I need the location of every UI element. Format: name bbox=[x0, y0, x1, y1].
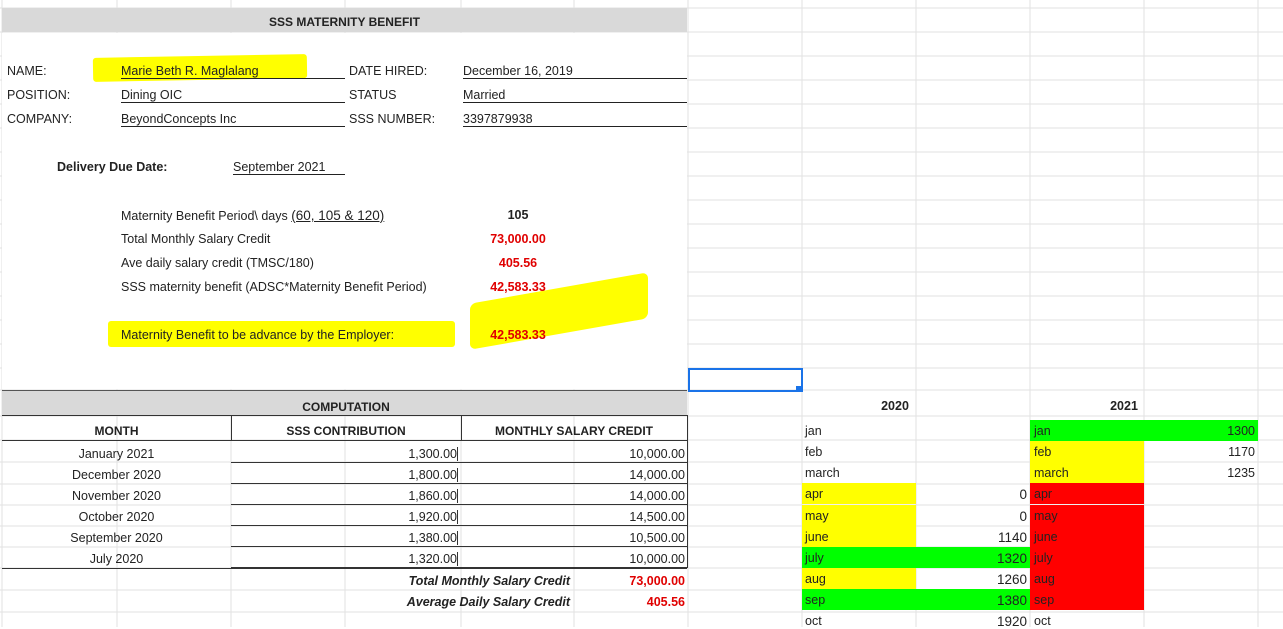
col-msc-header: MONTHLY SALARY CREDIT bbox=[494, 424, 653, 438]
month-2021[interactable]: oct bbox=[1034, 614, 1051, 628]
computation-row-contribution[interactable]: 1,300.00 bbox=[231, 447, 458, 461]
computation-row-msc[interactable]: 10,000.00 bbox=[461, 447, 685, 461]
month-2021[interactable]: june bbox=[1034, 530, 1058, 544]
month-2021[interactable]: sep bbox=[1034, 593, 1054, 607]
month-2020[interactable]: aug bbox=[805, 572, 826, 586]
page-title: SSS MATERNITY BENEFIT bbox=[269, 15, 420, 29]
total-msc-label: Total Monthly Salary Credit bbox=[408, 574, 570, 588]
month-2021[interactable]: july bbox=[1034, 551, 1053, 565]
sss-number-value[interactable]: 3397879938 bbox=[463, 112, 687, 127]
computation-row-msc[interactable]: 10,500.00 bbox=[461, 531, 685, 545]
position-value[interactable]: Dining OIC bbox=[121, 88, 345, 103]
adsc-label: Ave daily salary credit (TMSC/180) bbox=[121, 256, 314, 270]
company-value[interactable]: BeyondConcepts Inc bbox=[121, 112, 345, 127]
month-2020[interactable]: july bbox=[805, 551, 824, 565]
computation-row-msc[interactable]: 14,000.00 bbox=[461, 468, 685, 482]
month-2021[interactable]: apr bbox=[1034, 487, 1052, 501]
computation-top-border bbox=[2, 390, 687, 391]
advance-label: Maternity Benefit to be advance by the E… bbox=[121, 328, 395, 342]
computation-row-rule bbox=[231, 483, 687, 484]
advance-value[interactable]: 42,583.33 bbox=[460, 328, 576, 342]
computation-row-contribution[interactable]: 1,920.00 bbox=[231, 510, 458, 524]
month-2021[interactable]: may bbox=[1034, 509, 1058, 523]
computation-row-month[interactable]: January 2021 bbox=[2, 447, 231, 461]
month-2020[interactable]: june bbox=[805, 530, 829, 544]
computation-row-month[interactable]: October 2020 bbox=[2, 510, 231, 524]
col-contrib-header: SSS CONTRIBUTION bbox=[286, 424, 406, 438]
position-label: POSITION: bbox=[7, 88, 71, 102]
value-2020[interactable]: 1140 bbox=[916, 530, 1027, 545]
avg-dsc-label: Average Daily Salary Credit bbox=[406, 595, 570, 609]
computation-title: COMPUTATION bbox=[302, 400, 390, 414]
year-2021-header: 2021 bbox=[1110, 399, 1138, 413]
tmsc-value[interactable]: 73,000.00 bbox=[460, 232, 576, 246]
period-label-text: Maternity Benefit Period\ days bbox=[121, 209, 292, 223]
computation-row-msc[interactable]: 14,500.00 bbox=[461, 510, 685, 524]
value-2020[interactable]: 1260 bbox=[916, 572, 1027, 587]
company-label: COMPANY: bbox=[7, 112, 73, 126]
value-2020[interactable]: 0 bbox=[916, 509, 1027, 524]
computation-row-rule bbox=[231, 525, 687, 526]
month-2020[interactable]: oct bbox=[805, 614, 822, 628]
value-2021[interactable]: 1235 bbox=[1144, 466, 1255, 480]
period-label: Maternity Benefit Period\ days (60, 105 … bbox=[121, 208, 384, 223]
year-2020-header: 2020 bbox=[881, 399, 909, 413]
adsc-value[interactable]: 405.56 bbox=[460, 256, 576, 270]
value-2020[interactable]: 0 bbox=[916, 487, 1027, 502]
benefit-label: SSS maternity benefit (ADSC*Maternity Be… bbox=[121, 280, 427, 294]
month-2021[interactable]: aug bbox=[1034, 572, 1055, 586]
month-2020[interactable]: may bbox=[805, 509, 829, 523]
tmsc-label: Total Monthly Salary Credit bbox=[121, 232, 271, 246]
col-divider-1 bbox=[231, 415, 232, 441]
computation-row-contribution[interactable]: 1,380.00 bbox=[231, 531, 458, 545]
month-2020[interactable]: jan bbox=[805, 424, 822, 438]
computation-row-rule bbox=[231, 504, 687, 505]
computation-row-contribution[interactable]: 1,800.00 bbox=[231, 468, 458, 482]
due-date-label: Delivery Due Date: bbox=[57, 160, 168, 174]
selected-cell[interactable] bbox=[688, 368, 803, 392]
computation-row-rule bbox=[231, 546, 687, 547]
month-2021[interactable]: feb bbox=[1034, 445, 1051, 459]
computation-row-msc[interactable]: 14,000.00 bbox=[461, 489, 685, 503]
value-2021[interactable]: 1300 bbox=[1144, 424, 1255, 438]
computation-row-contribution[interactable]: 1,320.00 bbox=[231, 552, 458, 566]
computation-row-month[interactable]: September 2020 bbox=[2, 531, 231, 545]
status-label: STATUS bbox=[349, 88, 397, 102]
date-hired-label: DATE HIRED: bbox=[349, 64, 428, 78]
month-2020[interactable]: sep bbox=[805, 593, 825, 607]
col-month-header: MONTH bbox=[94, 424, 139, 438]
month-2021[interactable]: march bbox=[1034, 466, 1069, 480]
value-2020[interactable]: 1380 bbox=[916, 593, 1027, 608]
period-options: (60, 105 & 120) bbox=[291, 208, 385, 223]
value-2020[interactable]: 1320 bbox=[916, 551, 1027, 566]
name-label: NAME: bbox=[7, 64, 47, 78]
due-date-value[interactable]: September 2021 bbox=[233, 160, 345, 175]
value-2021[interactable]: 1170 bbox=[1144, 445, 1255, 459]
computation-row-rule bbox=[231, 462, 687, 463]
computation-row-contribution[interactable]: 1,860.00 bbox=[231, 489, 458, 503]
col-divider-right bbox=[687, 415, 688, 568]
computation-header-bottom-rule bbox=[2, 440, 687, 441]
date-hired-value[interactable]: December 16, 2019 bbox=[463, 64, 687, 79]
computation-header-rule bbox=[2, 415, 687, 416]
computation-row-month[interactable]: December 2020 bbox=[2, 468, 231, 482]
total-msc-value[interactable]: 73,000.00 bbox=[580, 574, 685, 588]
name-value[interactable]: Marie Beth R. Maglalang bbox=[121, 64, 345, 79]
computation-rows-bottom-rule bbox=[2, 568, 687, 569]
month-2020[interactable]: apr bbox=[805, 487, 823, 501]
col-divider-2 bbox=[461, 415, 462, 441]
month-2020[interactable]: feb bbox=[805, 445, 822, 459]
status-value[interactable]: Married bbox=[463, 88, 687, 103]
fill-handle[interactable] bbox=[796, 386, 802, 392]
computation-row-month[interactable]: November 2020 bbox=[2, 489, 231, 503]
computation-row-month[interactable]: July 2020 bbox=[2, 552, 231, 566]
sss-number-label: SSS NUMBER: bbox=[349, 112, 436, 126]
benefit-value[interactable]: 42,583.33 bbox=[460, 280, 576, 294]
month-2020[interactable]: march bbox=[805, 466, 840, 480]
avg-dsc-value[interactable]: 405.56 bbox=[580, 595, 685, 609]
period-value[interactable]: 105 bbox=[460, 208, 576, 222]
month-2021[interactable]: jan bbox=[1034, 424, 1051, 438]
computation-row-msc[interactable]: 10,000.00 bbox=[461, 552, 685, 566]
